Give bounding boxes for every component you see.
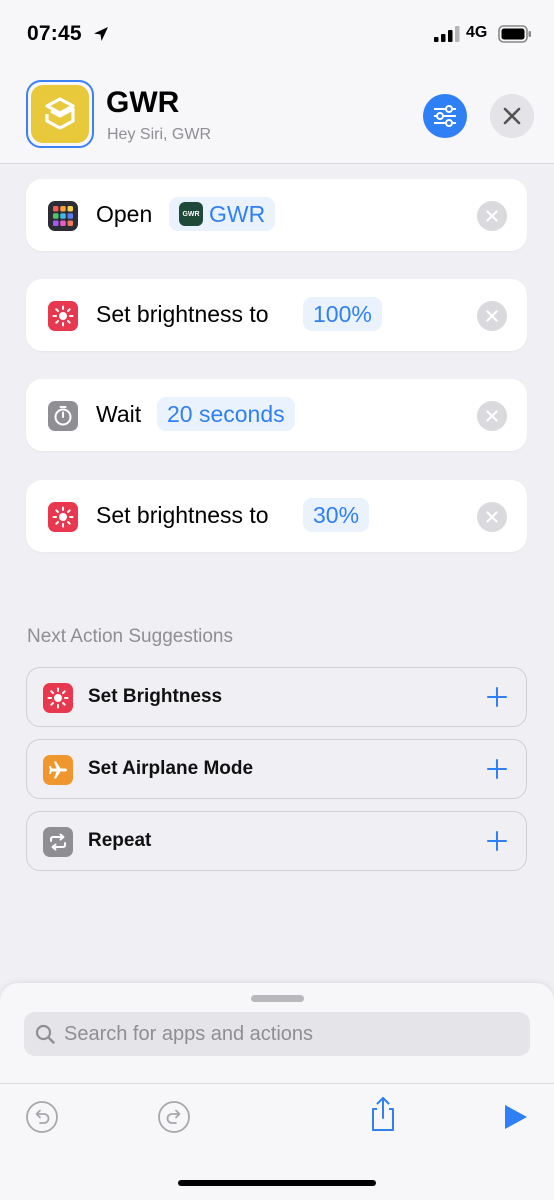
siri-phrase: Hey Siri, GWR: [107, 126, 211, 143]
action-label: Set brightness to: [96, 301, 269, 327]
settings-button[interactable]: [423, 94, 467, 138]
suggestion-label: Set Airplane Mode: [88, 758, 254, 779]
shortcuts-icon: [45, 97, 75, 130]
undo-icon: [26, 1101, 58, 1133]
redo-icon: [158, 1101, 190, 1133]
close-icon: [503, 107, 521, 125]
app-parameter[interactable]: GWR GWR: [169, 197, 276, 231]
suggestions-heading: Next Action Suggestions: [27, 626, 233, 647]
shortcut-title[interactable]: GWR: [106, 86, 179, 120]
search-bar[interactable]: [24, 1012, 530, 1056]
add-action-button[interactable]: [484, 684, 510, 710]
app-grid-icon: [48, 201, 78, 231]
parameter-value: 30%: [313, 501, 360, 528]
close-button[interactable]: [490, 94, 534, 138]
brightness-icon: [48, 502, 78, 532]
plus-icon: [487, 759, 507, 779]
status-time: 07:45: [27, 22, 82, 45]
action-label: Open: [96, 201, 153, 227]
airplane-icon: [43, 755, 73, 785]
status-bar: 07:45 4G: [0, 0, 554, 70]
action-set-brightness[interactable]: Set brightness to 100%: [26, 279, 527, 351]
add-action-button[interactable]: [484, 756, 510, 782]
brightness-icon: [48, 301, 78, 331]
parameter-value: 100%: [313, 300, 372, 327]
close-icon: [486, 210, 498, 222]
suggestion-set-brightness[interactable]: Set Brightness: [26, 667, 527, 727]
search-icon: [35, 1024, 55, 1044]
remove-action-button[interactable]: [477, 301, 507, 331]
sliders-icon: [434, 105, 456, 127]
remove-action-button[interactable]: [477, 502, 507, 532]
editor-toolbar: [0, 1084, 554, 1200]
action-label: Wait: [96, 401, 142, 427]
location-arrow-icon: [94, 27, 108, 41]
suggestion-repeat[interactable]: Repeat: [26, 811, 527, 871]
plus-icon: [487, 687, 507, 707]
action-wait[interactable]: Wait 20 seconds: [26, 379, 527, 451]
search-input[interactable]: [64, 1012, 514, 1056]
signal-bars-icon: [434, 26, 460, 42]
network-type: 4G: [466, 24, 488, 41]
shortcut-app-icon[interactable]: [26, 80, 94, 148]
sheet-grabber[interactable]: [251, 995, 304, 1002]
add-action-button[interactable]: [484, 828, 510, 854]
suggestion-label: Repeat: [88, 830, 152, 851]
brightness-icon: [43, 683, 73, 713]
home-indicator[interactable]: [178, 1180, 376, 1186]
action-set-brightness[interactable]: Set brightness to 30%: [26, 480, 527, 552]
action-search-sheet: [0, 983, 554, 1200]
timer-icon: [48, 401, 78, 431]
redo-button[interactable]: [157, 1100, 191, 1134]
share-icon: [372, 1097, 394, 1131]
run-button[interactable]: [498, 1100, 532, 1134]
header-area: 07:45 4G GWR Hey Siri, GWR: [0, 0, 554, 164]
undo-button[interactable]: [25, 1100, 59, 1134]
brightness-parameter[interactable]: 30%: [303, 498, 370, 532]
parameter-value: GWR: [209, 200, 266, 227]
action-label: Set brightness to: [96, 502, 269, 528]
duration-parameter[interactable]: 20 seconds: [157, 397, 295, 431]
gwr-app-icon: GWR: [179, 202, 203, 226]
suggestion-set-airplane-mode[interactable]: Set Airplane Mode: [26, 739, 527, 799]
close-icon: [486, 511, 498, 523]
close-icon: [486, 410, 498, 422]
close-icon: [486, 310, 498, 322]
repeat-icon: [43, 827, 73, 857]
action-open[interactable]: Open GWR GWR: [26, 179, 527, 251]
remove-action-button[interactable]: [477, 401, 507, 431]
suggestion-label: Set Brightness: [88, 686, 223, 707]
parameter-value: 20 seconds: [167, 400, 285, 427]
remove-action-button[interactable]: [477, 201, 507, 231]
brightness-parameter[interactable]: 100%: [303, 297, 382, 331]
plus-icon: [487, 831, 507, 851]
battery-icon: [498, 25, 531, 43]
share-button[interactable]: [366, 1097, 400, 1131]
play-icon: [505, 1105, 527, 1129]
